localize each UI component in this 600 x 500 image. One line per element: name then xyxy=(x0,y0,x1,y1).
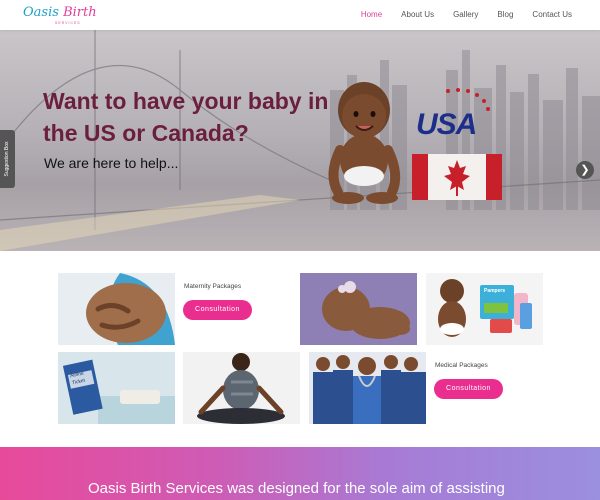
medical-team-photo xyxy=(309,352,426,424)
main-menu: Home About Us Gallery Blog Contact Us xyxy=(342,0,572,30)
hero-subheadline: We are here to help... xyxy=(44,155,179,171)
medical-packages-title: Medical Packages xyxy=(435,362,488,369)
logo-tagline: SERVICES xyxy=(55,21,81,25)
logo-wordmark: Oasis Birth xyxy=(23,5,97,20)
slider-next-button[interactable]: ❯ xyxy=(576,161,594,179)
suggestion-box-tab[interactable]: Suggestion Box xyxy=(0,130,15,188)
pregnancy-belly-photo xyxy=(58,273,175,345)
maternity-consultation-button[interactable]: Consultation xyxy=(183,300,252,320)
nav-blog[interactable]: Blog xyxy=(497,0,513,30)
chevron-right-icon: ❯ xyxy=(580,164,590,176)
prenatal-yoga-photo xyxy=(183,352,300,424)
newborn-sleeping-photo xyxy=(300,273,417,345)
logo-word-birth: Birth xyxy=(63,5,97,20)
airline-ticket-photo: Airline Ticket xyxy=(58,352,175,424)
about-band-text: Oasis Birth Services was designed for th… xyxy=(88,480,505,497)
top-navbar: Oasis Birth SERVICES Home About Us Galle… xyxy=(0,0,600,30)
brand-logo[interactable]: Oasis Birth SERVICES xyxy=(23,5,97,27)
baby-with-care-products-photo: Pampers xyxy=(426,273,543,345)
usa-badge-text: USA xyxy=(416,108,477,141)
hero-slider: Want to have your baby in the US or Cana… xyxy=(0,30,600,251)
suggestion-box-label: Suggestion Box xyxy=(4,141,10,177)
about-band: Oasis Birth Services was designed for th… xyxy=(0,447,600,500)
nav-gallery[interactable]: Gallery xyxy=(453,0,478,30)
diaper-brand-label: Pampers xyxy=(484,288,506,294)
medical-consultation-button[interactable]: Consultation xyxy=(434,379,503,399)
nav-contact-us[interactable]: Contact Us xyxy=(532,0,572,30)
usa-canada-flags-graphic xyxy=(412,88,502,200)
hero-headline: Want to have your baby in the US or Cana… xyxy=(43,88,329,146)
logo-word-oasis: Oasis xyxy=(23,5,59,20)
nav-home[interactable]: Home xyxy=(361,0,382,30)
nav-about-us[interactable]: About Us xyxy=(401,0,434,30)
baby-photo xyxy=(328,82,401,204)
maternity-packages-title: Maternity Packages xyxy=(184,283,242,290)
